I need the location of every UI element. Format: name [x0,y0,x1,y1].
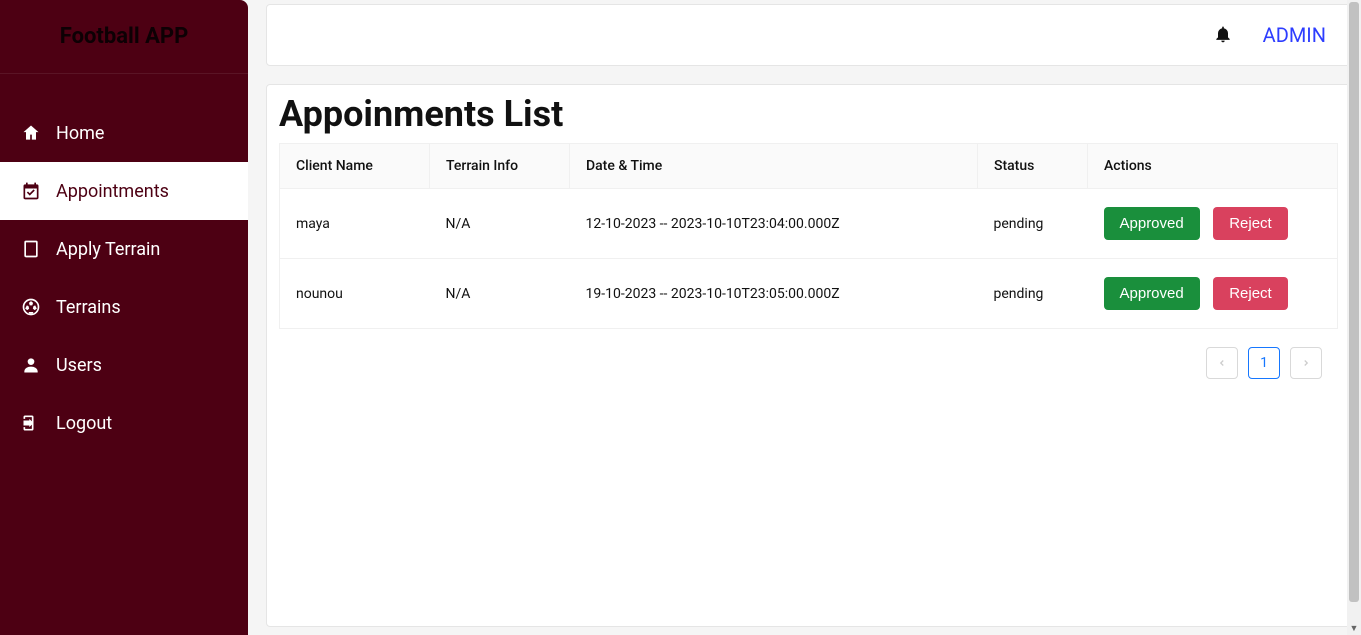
bell-icon[interactable] [1213,24,1233,46]
content-box: Appoinments List Client Name Terrain Inf… [266,84,1351,627]
approve-button[interactable]: Approved [1104,277,1200,310]
sidebar-menu: Home Appointments Apply Terrain Terrains [0,74,248,452]
prev-page-button[interactable] [1206,347,1238,379]
col-terrain: Terrain Info [430,144,570,189]
logout-icon [20,412,42,434]
col-actions: Actions [1088,144,1338,189]
col-client: Client Name [280,144,430,189]
reject-button[interactable]: Reject [1213,207,1288,240]
page-title: Appoinments List [267,85,1350,143]
sidebar-item-label: Terrains [56,297,121,318]
sidebar-item-label: Logout [56,413,112,434]
user-icon [20,354,42,376]
cell-terrain: N/A [430,259,570,329]
sidebar-item-label: Appointments [56,181,169,202]
sidebar-item-label: Users [56,355,102,376]
table-header-row: Client Name Terrain Info Date & Time Sta… [280,144,1338,189]
table-row: nounou N/A 19-10-2023 -- 2023-10-10T23:0… [280,259,1338,329]
sidebar-item-home[interactable]: Home [0,104,248,162]
scrollbar[interactable]: ▲ ▼ [1347,0,1361,635]
pagination: 1 [279,329,1338,379]
admin-link[interactable]: ADMIN [1263,23,1326,47]
sidebar-item-logout[interactable]: Logout [0,394,248,452]
sidebar-item-label: Home [56,123,104,144]
sidebar-item-apply-terrain[interactable]: Apply Terrain [0,220,248,278]
football-icon [20,296,42,318]
main-area: ADMIN Appoinments List Client Name Terra… [248,0,1361,635]
next-page-button[interactable] [1290,347,1322,379]
cell-client: nounou [280,259,430,329]
cell-datetime: 19-10-2023 -- 2023-10-10T23:05:00.000Z [570,259,978,329]
cell-terrain: N/A [430,189,570,259]
page-number-button[interactable]: 1 [1248,347,1280,379]
sidebar-item-appointments[interactable]: Appointments [0,162,248,220]
cell-actions: Approved Reject [1088,259,1338,329]
scroll-down-icon[interactable]: ▼ [1347,621,1361,635]
cell-client: maya [280,189,430,259]
scroll-thumb[interactable] [1349,2,1359,602]
reject-button[interactable]: Reject [1213,277,1288,310]
col-datetime: Date & Time [570,144,978,189]
sidebar-item-users[interactable]: Users [0,336,248,394]
sidebar-item-terrains[interactable]: Terrains [0,278,248,336]
appointments-table-wrap: Client Name Terrain Info Date & Time Sta… [267,143,1350,379]
cell-datetime: 12-10-2023 -- 2023-10-10T23:04:00.000Z [570,189,978,259]
sidebar-item-label: Apply Terrain [56,239,160,260]
home-icon [20,122,42,144]
col-status: Status [978,144,1088,189]
cell-status: pending [978,259,1088,329]
app-title: Football APP [0,0,248,74]
appointments-table: Client Name Terrain Info Date & Time Sta… [279,143,1338,329]
table-row: maya N/A 12-10-2023 -- 2023-10-10T23:04:… [280,189,1338,259]
tablet-icon [20,238,42,260]
topbar: ADMIN [266,4,1351,66]
calendar-check-icon [20,180,42,202]
cell-actions: Approved Reject [1088,189,1338,259]
cell-status: pending [978,189,1088,259]
sidebar: Football APP Home Appointments Apply Ter… [0,0,248,635]
approve-button[interactable]: Approved [1104,207,1200,240]
